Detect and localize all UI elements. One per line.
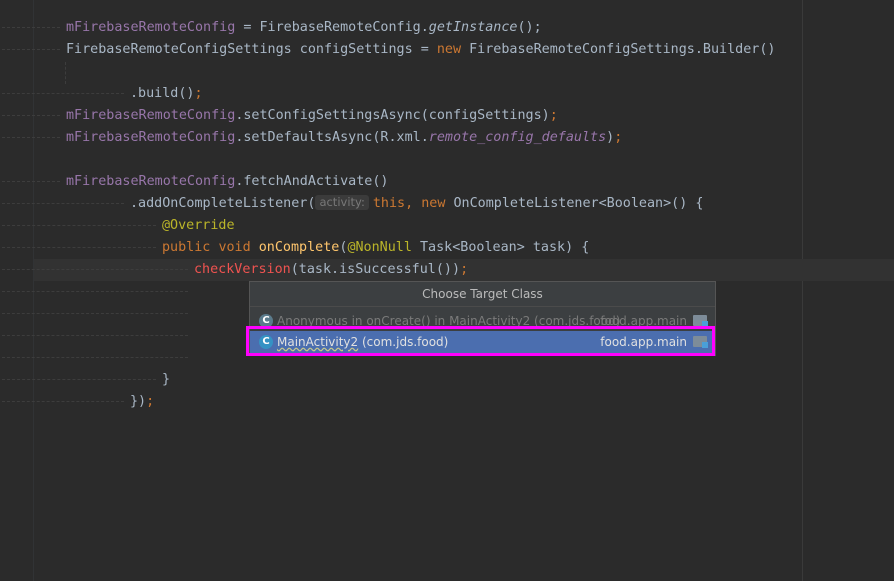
code-token: void xyxy=(218,240,251,255)
code-token: mFirebaseRemoteConfig xyxy=(66,108,236,123)
popup-title: Choose Target Class xyxy=(250,282,715,307)
code-token: (task.isSuccessful()) xyxy=(290,262,461,277)
code-line-2[interactable]: FirebaseRemoteConfigSettings configSetti… xyxy=(66,39,775,61)
indent-guide xyxy=(2,115,60,117)
popup-item-label: Anonymous in onCreate() in MainActivity2… xyxy=(277,314,621,328)
popup-item-class-name: MainActivity2 xyxy=(277,335,359,349)
right-margin-guide xyxy=(802,0,803,581)
indent-guide xyxy=(2,291,188,293)
code-line-9[interactable]: .addOnCompleteListener(activity: this, ne… xyxy=(130,193,703,215)
indent-guide xyxy=(2,247,156,249)
popup-item-package: (com.jds.food) xyxy=(358,335,449,349)
code-token: = FirebaseRemoteConfig. xyxy=(235,20,429,35)
code-token: OnCompleteListener<Boolean>() { xyxy=(445,196,704,211)
class-icon: C xyxy=(259,314,273,328)
indent-guide xyxy=(2,401,124,403)
code-token: getInstance xyxy=(428,20,518,35)
code-token: .addOnCompleteListener( xyxy=(130,196,316,211)
indent-guide xyxy=(2,181,60,183)
code-token: , xyxy=(405,196,422,211)
code-line-12[interactable]: checkVersion(task.isSuccessful()); xyxy=(194,259,468,281)
code-token: onComplete xyxy=(258,240,340,255)
code-token: Task<Boolean> task) { xyxy=(411,240,590,255)
module-folder-icon xyxy=(693,315,708,327)
module-folder-icon xyxy=(693,336,708,348)
code-line-11[interactable]: public void onComplete(@NonNull Task<Boo… xyxy=(162,237,589,259)
code-line-1[interactable]: mFirebaseRemoteConfig = FirebaseRemoteCo… xyxy=(66,17,542,39)
code-token: }) xyxy=(130,394,147,409)
code-line-17[interactable]: }); xyxy=(130,391,154,413)
indent-guide xyxy=(2,225,156,227)
code-token: FirebaseRemoteConfigSettings configSetti… xyxy=(66,42,437,57)
code-token: mFirebaseRemoteConfig xyxy=(66,20,236,35)
code-token: .fetchAndActivate() xyxy=(235,174,389,189)
indent-guide xyxy=(2,269,188,271)
indent-guide xyxy=(2,27,60,29)
unresolved-method-token: checkVersion xyxy=(194,262,291,277)
code-token: @NonNull xyxy=(347,240,412,255)
code-token: @Override xyxy=(162,218,235,233)
popup-item-location: food.app.main xyxy=(600,314,687,328)
indent-guide xyxy=(2,93,124,95)
code-line-6[interactable]: mFirebaseRemoteConfig.setDefaultsAsync(R… xyxy=(66,127,622,149)
popup-item-label: MainActivity2 (com.jds.food) xyxy=(277,331,448,353)
popup-item-location: food.app.main xyxy=(600,335,687,349)
code-token: FirebaseRemoteConfigSettings.Builder() xyxy=(461,42,776,57)
choose-target-class-popup: Choose Target Class C Anonymous in onCre… xyxy=(249,281,716,356)
code-token: ; xyxy=(194,86,203,101)
code-token: .setDefaultsAsync(R.xml. xyxy=(235,130,429,145)
code-line-10[interactable]: @Override xyxy=(162,215,235,237)
code-token: new xyxy=(421,196,446,211)
code-line-5[interactable]: mFirebaseRemoteConfig.setConfigSettingsA… xyxy=(66,105,558,127)
code-token: } xyxy=(162,372,171,387)
code-token: new xyxy=(436,42,462,57)
code-token: ; xyxy=(146,394,155,409)
indent-guide xyxy=(65,62,66,84)
code-line-4[interactable]: .build(); xyxy=(130,83,203,105)
code-line-8[interactable]: mFirebaseRemoteConfig.fetchAndActivate() xyxy=(66,171,389,193)
code-token: mFirebaseRemoteConfig xyxy=(66,130,236,145)
popup-item-anonymous-class[interactable]: C Anonymous in onCreate() in MainActivit… xyxy=(250,310,715,332)
indent-guide xyxy=(2,203,124,205)
indent-guide xyxy=(2,313,188,315)
code-token: public xyxy=(162,240,211,255)
code-token: .setConfigSettingsAsync(configSettings) xyxy=(235,108,550,123)
class-icon: C xyxy=(259,335,273,349)
code-token: this xyxy=(372,196,406,211)
indent-guide xyxy=(2,49,60,51)
code-token: ; xyxy=(614,130,623,145)
indent-guide xyxy=(2,379,156,381)
indent-guide xyxy=(2,335,188,337)
indent-guide xyxy=(2,357,188,359)
code-token: ; xyxy=(460,262,469,277)
indent-guide xyxy=(2,137,60,139)
popup-item-mainactivity2[interactable]: C MainActivity2 (com.jds.food) food.app.… xyxy=(250,331,715,353)
code-token: .build() xyxy=(130,86,195,101)
code-token: remote_config_defaults xyxy=(428,130,607,145)
code-line-16[interactable]: } xyxy=(162,369,170,391)
code-token: (); xyxy=(517,20,542,35)
parameter-hint: activity: xyxy=(315,195,369,210)
code-token: mFirebaseRemoteConfig xyxy=(66,174,236,189)
code-token: ; xyxy=(549,108,558,123)
